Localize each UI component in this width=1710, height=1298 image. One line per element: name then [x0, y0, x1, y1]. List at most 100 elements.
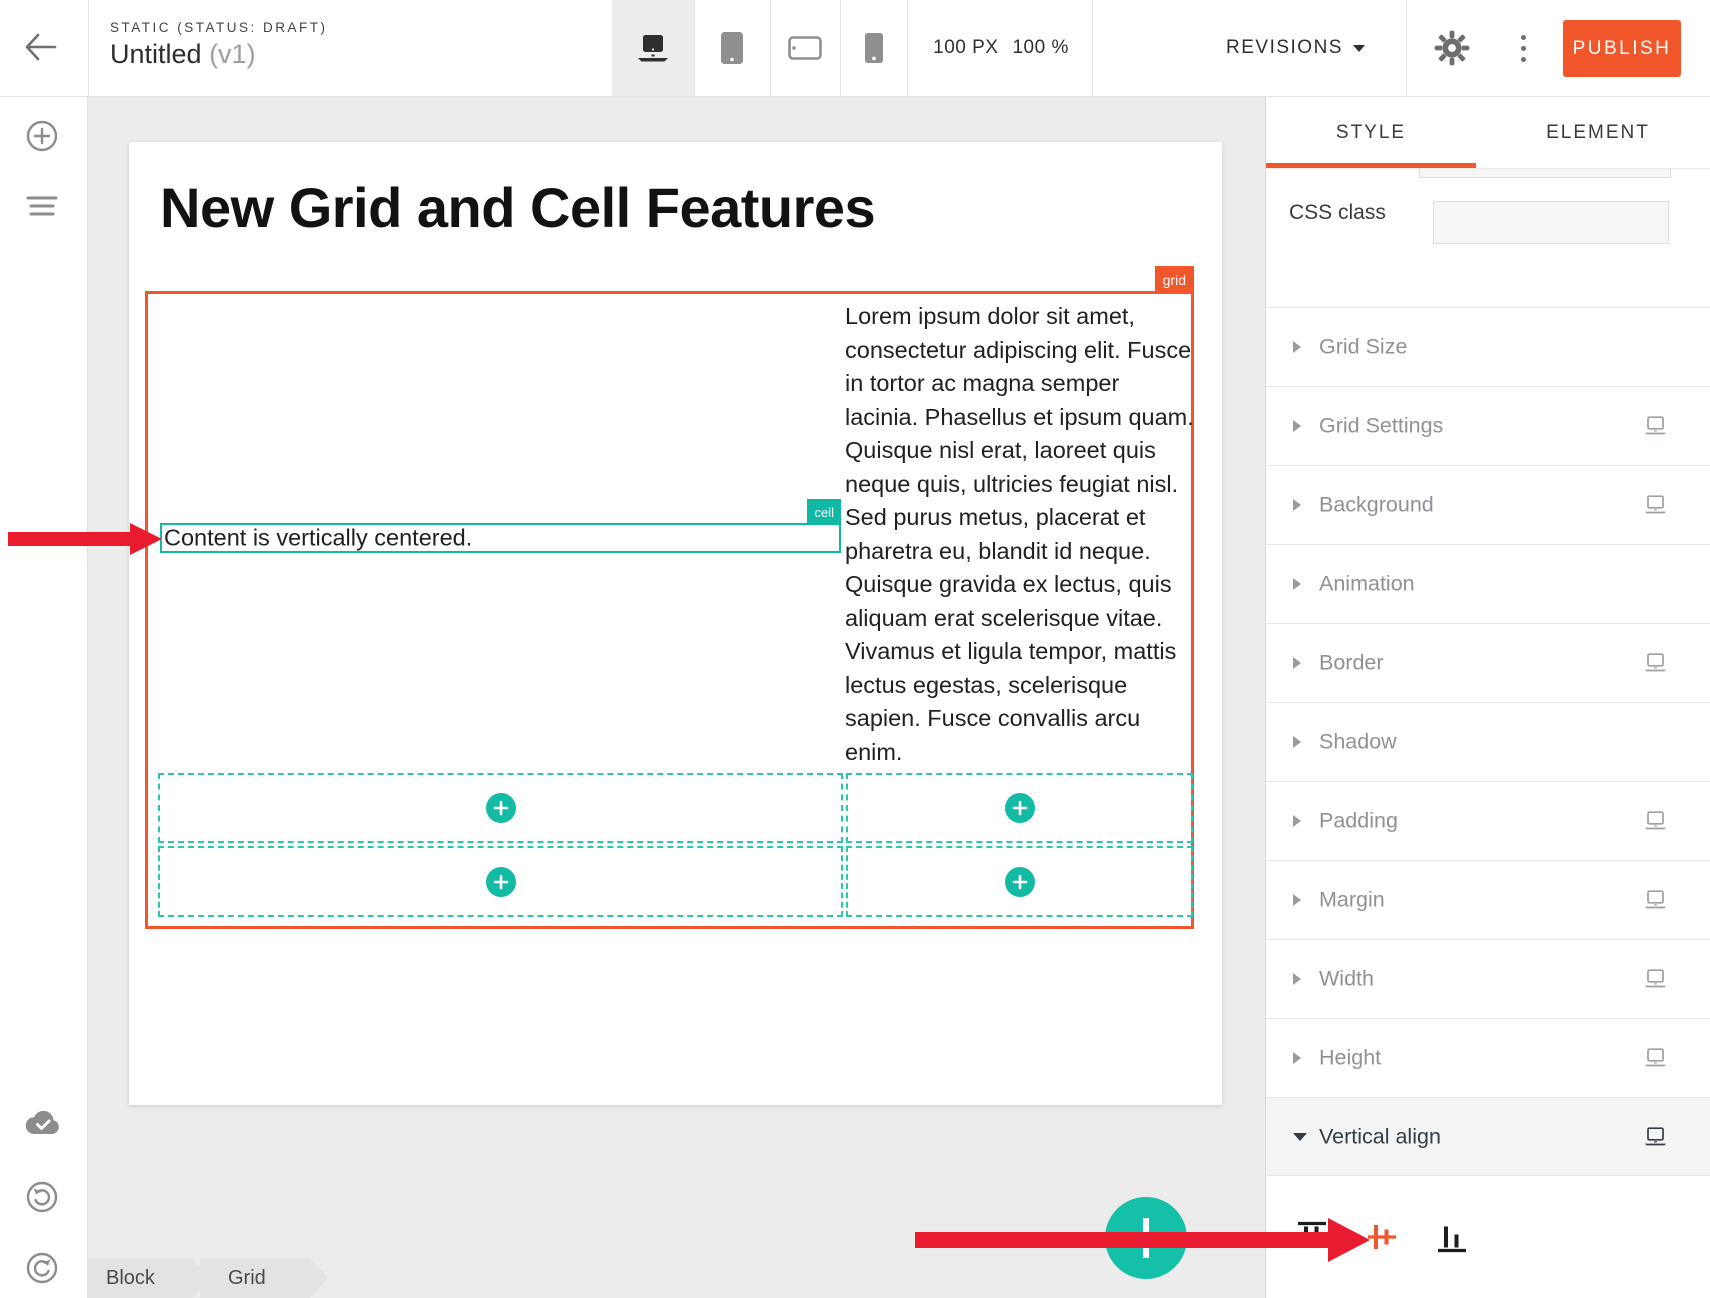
section-label: Height [1319, 1046, 1381, 1071]
publish-button[interactable]: PUBLISH [1563, 20, 1681, 77]
device-scope-laptop-icon [1643, 890, 1668, 910]
redo-icon[interactable] [25, 1251, 59, 1285]
zoom-px-value[interactable]: 100 PX [933, 37, 998, 59]
cell-tag-badge: cell [807, 499, 841, 525]
divider [1406, 0, 1407, 96]
chevron-right-icon [1293, 420, 1301, 432]
device-tablet-landscape-button[interactable] [770, 0, 840, 96]
chevron-right-icon [1293, 736, 1301, 748]
page-title[interactable]: New Grid and Cell Features [160, 175, 875, 240]
zoom-percent-value[interactable]: 100 % [1012, 37, 1068, 59]
section-background[interactable]: Background [1266, 465, 1710, 544]
device-scope-laptop-icon [1643, 1127, 1668, 1147]
section-animation[interactable]: Animation [1266, 544, 1710, 623]
add-content-plus-icon[interactable] [1005, 793, 1035, 823]
revisions-dropdown[interactable]: REVISIONS [1226, 0, 1365, 96]
tab-style[interactable]: STYLE [1266, 97, 1476, 169]
document-status: STATIC (STATUS: DRAFT) [110, 20, 328, 35]
css-class-input[interactable] [1433, 201, 1669, 244]
breadcrumb-item-block[interactable]: Block [88, 1258, 210, 1298]
section-label: Grid Size [1319, 335, 1407, 360]
section-label: Width [1319, 967, 1374, 992]
css-class-label: CSS class [1289, 201, 1386, 225]
chevron-right-icon [1293, 499, 1301, 511]
device-scope-laptop-icon [1643, 416, 1668, 436]
device-phone-button[interactable] [840, 0, 907, 96]
section-vertical-align[interactable]: Vertical align [1266, 1097, 1710, 1176]
section-grid-size[interactable]: Grid Size [1266, 307, 1710, 386]
device-scope-laptop-icon [1643, 1048, 1668, 1068]
align-middle-icon [1367, 1220, 1397, 1254]
align-bottom-button[interactable] [1428, 1212, 1476, 1262]
laptop-icon [636, 33, 670, 63]
phone-icon [864, 32, 884, 64]
section-label: Animation [1319, 572, 1415, 597]
align-top-icon [1297, 1220, 1327, 1254]
top-toolbar: STATIC (STATUS: DRAFT) Untitled (v1) [0, 0, 1710, 97]
section-label: Grid Settings [1319, 414, 1443, 439]
tablet-landscape-icon [788, 36, 822, 60]
empty-cell-slot[interactable] [158, 773, 843, 843]
back-arrow-icon[interactable] [22, 30, 62, 66]
section-label: Shadow [1319, 730, 1397, 755]
section-label: Margin [1319, 888, 1385, 913]
panel-sections: Grid Size Grid Settings Background Animatio… [1266, 307, 1710, 1176]
chevron-right-icon [1293, 578, 1301, 590]
divider [907, 0, 908, 96]
editor-canvas: New Grid and Cell Features grid Lorem ip… [88, 97, 1265, 1298]
active-tab-underline [1266, 163, 1476, 168]
chevron-right-icon [1293, 657, 1301, 669]
divider [1092, 0, 1093, 96]
section-padding[interactable]: Padding [1266, 781, 1710, 860]
align-bottom-icon [1437, 1220, 1467, 1254]
section-label: Vertical align [1319, 1124, 1441, 1149]
device-scope-laptop-icon [1643, 811, 1668, 831]
grid-tag-badge: grid [1155, 266, 1194, 294]
undo-icon[interactable] [25, 1180, 59, 1214]
layers-list-icon[interactable] [25, 193, 59, 227]
settings-gear-icon[interactable] [1434, 30, 1470, 66]
chevron-down-icon [1353, 45, 1365, 52]
scrolled-input-partial[interactable] [1419, 169, 1671, 178]
device-tablet-portrait-button[interactable] [694, 0, 770, 96]
chevron-right-icon [1293, 894, 1301, 906]
section-grid-settings[interactable]: Grid Settings [1266, 386, 1710, 465]
device-scope-laptop-icon [1643, 969, 1668, 989]
device-scope-laptop-icon [1643, 495, 1668, 515]
device-scope-laptop-icon [1643, 653, 1668, 673]
add-content-plus-icon[interactable] [486, 867, 516, 897]
empty-cell-slot[interactable] [846, 773, 1193, 843]
tablet-portrait-icon [720, 31, 744, 65]
chevron-right-icon [1293, 973, 1301, 985]
chevron-right-icon [1293, 341, 1301, 353]
add-content-plus-icon[interactable] [1005, 867, 1035, 897]
section-label: Padding [1319, 809, 1398, 834]
section-margin[interactable]: Margin [1266, 860, 1710, 939]
more-options-kebab-icon[interactable] [1512, 28, 1534, 68]
align-top-button[interactable] [1288, 1212, 1336, 1262]
chevron-right-icon [1293, 815, 1301, 827]
selected-cell-outline[interactable]: cell Content is vertically centered. [160, 523, 841, 553]
align-middle-button[interactable] [1358, 1212, 1406, 1262]
document-title[interactable]: Untitled (v1) [110, 39, 328, 70]
zoom-indicator: 100 PX 100 % [910, 0, 1092, 96]
section-shadow[interactable]: Shadow [1266, 702, 1710, 781]
section-height[interactable]: Height [1266, 1018, 1710, 1097]
empty-cell-slot[interactable] [846, 846, 1193, 917]
breadcrumb-item-grid[interactable]: Grid [200, 1258, 328, 1298]
add-section-fab-plus-icon[interactable] [1105, 1197, 1187, 1279]
device-desktop-button[interactable] [612, 0, 694, 96]
add-block-plus-icon[interactable] [25, 119, 59, 153]
cell-content-text[interactable]: Content is vertically centered. [164, 525, 472, 552]
tab-element[interactable]: ELEMENT [1488, 97, 1708, 169]
lorem-text-column[interactable]: Lorem ipsum dolor sit amet, consectetur … [845, 300, 1197, 769]
add-content-plus-icon[interactable] [486, 793, 516, 823]
vertical-align-options [1266, 1176, 1710, 1298]
empty-cell-slot[interactable] [158, 846, 843, 917]
section-border[interactable]: Border [1266, 623, 1710, 702]
section-label: Background [1319, 493, 1434, 518]
panel-tabbar: STYLE ELEMENT [1266, 97, 1710, 169]
style-panel: STYLE ELEMENT CSS class Grid Size Grid Se… [1265, 97, 1710, 1298]
section-width[interactable]: Width [1266, 939, 1710, 1018]
cloud-saved-icon [25, 1109, 59, 1143]
